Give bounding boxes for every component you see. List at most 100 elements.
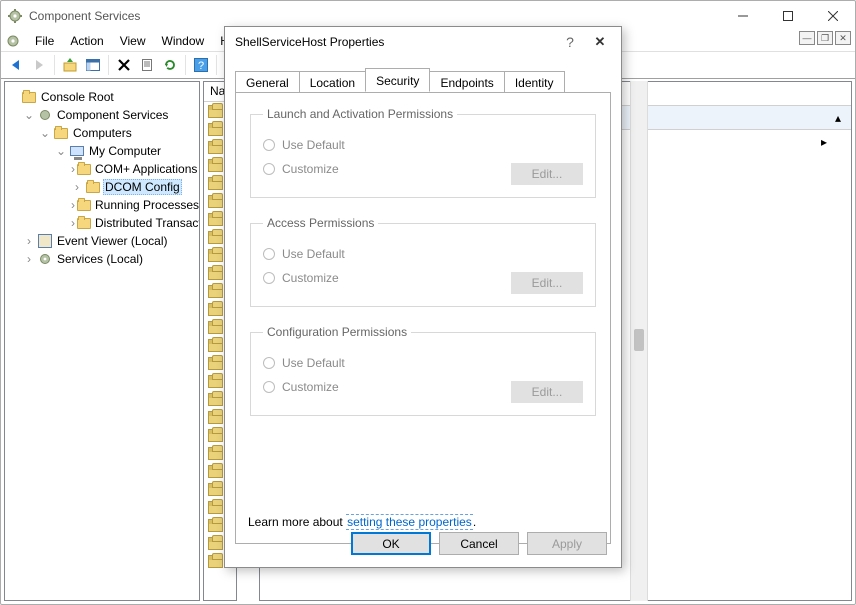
edit-config-button[interactable]: Edit... (511, 381, 583, 403)
dialog-close-button[interactable]: ✕ (585, 34, 615, 50)
tab-endpoints[interactable]: Endpoints (429, 71, 504, 93)
learn-more-suffix: . (473, 515, 476, 529)
radio-config-default-label: Use Default (282, 356, 345, 370)
radio-access-default-label: Use Default (282, 247, 345, 261)
menu-view[interactable]: View (112, 32, 154, 50)
tree-component-services[interactable]: Component Services (55, 108, 170, 122)
mdi-minimize[interactable]: — (799, 31, 815, 45)
group-config: Configuration Permissions Use Default Cu… (250, 325, 596, 416)
dialog-titlebar: ShellServiceHost Properties ? ✕ (225, 27, 621, 56)
tree-console-root[interactable]: Console Root (39, 90, 116, 104)
toolbar-properties[interactable] (136, 54, 158, 76)
group-access: Access Permissions Use Default Customize… (250, 216, 596, 307)
dialog-help-button[interactable]: ? (555, 34, 585, 50)
group-access-legend: Access Permissions (263, 216, 378, 230)
svg-text:?: ? (198, 60, 204, 72)
radio-access-customize-label: Customize (282, 271, 339, 285)
component-icon (208, 159, 223, 172)
radio-launch-customize-label: Customize (282, 162, 339, 176)
apply-button[interactable]: Apply (527, 532, 607, 555)
tab-location[interactable]: Location (299, 71, 366, 93)
cancel-button[interactable]: Cancel (439, 532, 519, 555)
edit-access-button[interactable]: Edit... (511, 272, 583, 294)
component-icon (208, 537, 223, 550)
component-icon (208, 231, 223, 244)
component-icon (208, 483, 223, 496)
component-icon (208, 285, 223, 298)
component-icon (208, 195, 223, 208)
dialog-tabstrip: General Location Security Endpoints Iden… (235, 69, 611, 92)
component-icon (208, 447, 223, 460)
toolbar-show-hide-tree[interactable] (82, 54, 104, 76)
learn-more-line: Learn more about setting these propertie… (248, 515, 476, 529)
tree-dcom-config[interactable]: DCOM Config (103, 179, 182, 195)
component-icon (208, 321, 223, 334)
group-launch-legend: Launch and Activation Permissions (263, 107, 457, 121)
learn-more-link[interactable]: setting these properties (346, 514, 473, 530)
radio-launch-customize[interactable] (263, 163, 275, 175)
radio-config-default[interactable] (263, 357, 275, 369)
window-title: Component Services (29, 9, 140, 23)
component-icon (208, 501, 223, 514)
group-launch-activation: Launch and Activation Permissions Use De… (250, 107, 596, 198)
console-tree[interactable]: Console Root ⌄Component Services ⌄Comput… (7, 88, 197, 268)
toolbar-forward[interactable] (28, 54, 50, 76)
ok-button[interactable]: OK (351, 532, 431, 555)
edit-launch-button[interactable]: Edit... (511, 163, 583, 185)
tree-computers[interactable]: Computers (71, 126, 134, 140)
menu-window[interactable]: Window (154, 32, 213, 50)
component-icon (208, 465, 223, 478)
component-icon (208, 339, 223, 352)
component-icon (208, 429, 223, 442)
learn-more-prefix: Learn more about (248, 515, 346, 529)
mdi-controls: — ❐ ✕ (799, 31, 851, 45)
radio-access-customize[interactable] (263, 272, 275, 284)
tree-distributed-transaction[interactable]: Distributed Transaction Coordinator (93, 216, 200, 230)
window-close-button[interactable] (810, 2, 855, 31)
toolbar-help[interactable]: ? (190, 54, 212, 76)
group-config-legend: Configuration Permissions (263, 325, 411, 339)
tree-com-apps[interactable]: COM+ Applications (93, 162, 199, 176)
tab-general[interactable]: General (235, 71, 300, 93)
component-icon (208, 213, 223, 226)
component-icon (208, 105, 223, 118)
tab-security[interactable]: Security (365, 68, 430, 92)
app-icon (7, 8, 23, 24)
chevron-up-icon: ▴ (835, 111, 841, 125)
component-icon (208, 141, 223, 154)
app-icon-small (5, 33, 21, 49)
tree-running-processes[interactable]: Running Processes (93, 198, 200, 212)
toolbar-delete[interactable] (113, 54, 135, 76)
window-minimize-button[interactable] (720, 2, 765, 31)
radio-config-customize[interactable] (263, 381, 275, 393)
radio-config-customize-label: Customize (282, 380, 339, 394)
chevron-right-icon: ▸ (821, 135, 827, 149)
console-tree-pane: Console Root ⌄Component Services ⌄Comput… (4, 81, 200, 601)
component-icon (208, 267, 223, 280)
tab-identity[interactable]: Identity (504, 71, 565, 93)
list-scrollbar[interactable] (630, 81, 648, 601)
component-icon (208, 375, 223, 388)
menu-action[interactable]: Action (62, 32, 111, 50)
tree-services[interactable]: Services (Local) (55, 252, 145, 266)
properties-dialog: ShellServiceHost Properties ? ✕ General … (224, 26, 622, 568)
component-icon (208, 357, 223, 370)
tree-my-computer[interactable]: My Computer (87, 144, 163, 158)
mdi-restore[interactable]: ❐ (817, 31, 833, 45)
radio-launch-default-label: Use Default (282, 138, 345, 152)
component-icon (208, 303, 223, 316)
window-maximize-button[interactable] (765, 2, 810, 31)
dialog-button-row: OK Cancel Apply (351, 532, 607, 555)
toolbar-up-button[interactable] (59, 54, 81, 76)
component-icon (208, 411, 223, 424)
toolbar-back[interactable] (5, 54, 27, 76)
toolbar-refresh[interactable] (159, 54, 181, 76)
component-icon (208, 123, 223, 136)
tab-page-security: Launch and Activation Permissions Use De… (235, 92, 611, 544)
component-icon (208, 249, 223, 262)
radio-access-default[interactable] (263, 248, 275, 260)
radio-launch-default[interactable] (263, 139, 275, 151)
menu-file[interactable]: File (27, 32, 62, 50)
tree-event-viewer[interactable]: Event Viewer (Local) (55, 234, 170, 248)
mdi-close[interactable]: ✕ (835, 31, 851, 45)
